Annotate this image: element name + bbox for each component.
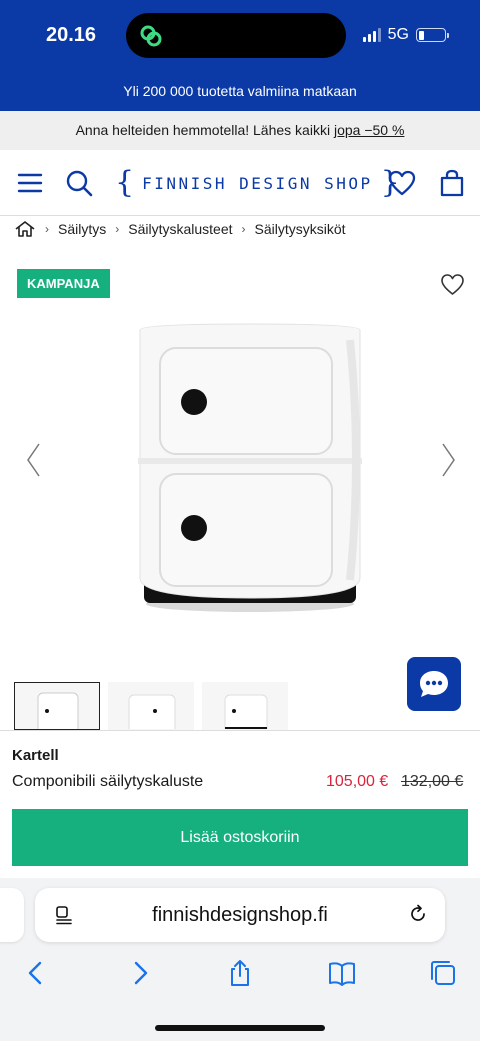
previous-tab-preview[interactable] [0,888,24,942]
promo-banner-sale: Anna helteiden hemmotella! Lähes kaikki … [0,111,480,150]
tabs-icon[interactable] [428,958,458,988]
chevron-right-icon[interactable] [438,440,458,480]
url-text: finnishdesignshop.fi [152,904,328,926]
back-icon[interactable] [21,958,51,988]
home-indicator [155,1025,325,1031]
product-summary-bar: Kartell Componibili säilytyskaluste 105,… [0,730,480,878]
dynamic-island [126,13,346,58]
breadcrumb-separator: › [45,222,49,236]
thumbnail-strip [14,682,288,730]
menu-icon[interactable] [15,168,45,198]
signal-icon [362,28,381,42]
share-icon[interactable] [225,958,255,988]
bookmarks-icon[interactable] [327,958,357,988]
heart-icon[interactable] [387,168,417,198]
breadcrumb-separator: › [241,222,246,236]
breadcrumb-item-sailytys[interactable]: Säilytys [58,221,106,237]
breadcrumb: › Säilytys › Säilytyskalusteet › Säilyty… [14,216,346,242]
chevron-left-icon[interactable] [24,440,44,480]
breadcrumb-item-sailytysyksikot[interactable]: Säilytysyksiköt [255,221,346,237]
product-brand[interactable]: Kartell [12,747,59,764]
status-bar: 20.16 5G [0,0,480,72]
forward-icon[interactable] [125,958,155,988]
link-icon [140,25,162,47]
thumbnail-2[interactable] [108,682,194,730]
home-icon[interactable] [14,220,36,238]
status-time: 20.16 [46,24,97,46]
status-indicators: 5G [362,26,449,44]
promo-sale-link[interactable]: jopa −50 % [334,122,404,138]
chat-button[interactable] [407,657,461,711]
search-icon[interactable] [64,168,94,198]
logo-text: FINNISH DESIGN SHOP [142,173,373,193]
thumbnail-3[interactable] [202,682,288,730]
site-header: { FINNISH DESIGN SHOP } [0,150,480,216]
thumbnail-1[interactable] [14,682,100,730]
chat-bubble-icon [420,671,448,697]
campaign-badge: KAMPANJA [17,269,110,298]
favorite-heart-icon[interactable] [440,272,465,297]
product-name: Componibili säilytyskaluste [12,773,204,790]
browser-chrome: finnishdesignshop.fi [0,878,480,1041]
breadcrumb-item-sailytyskalusteet[interactable]: Säilytyskalusteet [128,221,232,237]
site-logo[interactable]: { FINNISH DESIGN SHOP } [115,166,400,200]
network-label: 5G [387,26,409,43]
price-original: 132,00 € [401,773,464,790]
battery-icon [416,28,449,42]
breadcrumb-separator: › [115,222,120,236]
product-gallery: KAMPANJA [0,260,480,660]
promo-banner-shipping: Yli 200 000 tuotetta valmiina matkaan [0,72,480,111]
promo-sale-text: Anna helteiden hemmotella! Lähes kaikki [75,122,334,138]
logo-brace-open: { [115,165,135,200]
reload-icon[interactable] [407,903,429,925]
price-sale: 105,00 € [326,773,389,790]
product-image [138,323,362,612]
add-to-cart-button[interactable]: Lisää ostoskoriin [12,809,468,866]
bag-icon[interactable] [437,168,467,198]
address-bar[interactable]: finnishdesignshop.fi [35,888,445,942]
